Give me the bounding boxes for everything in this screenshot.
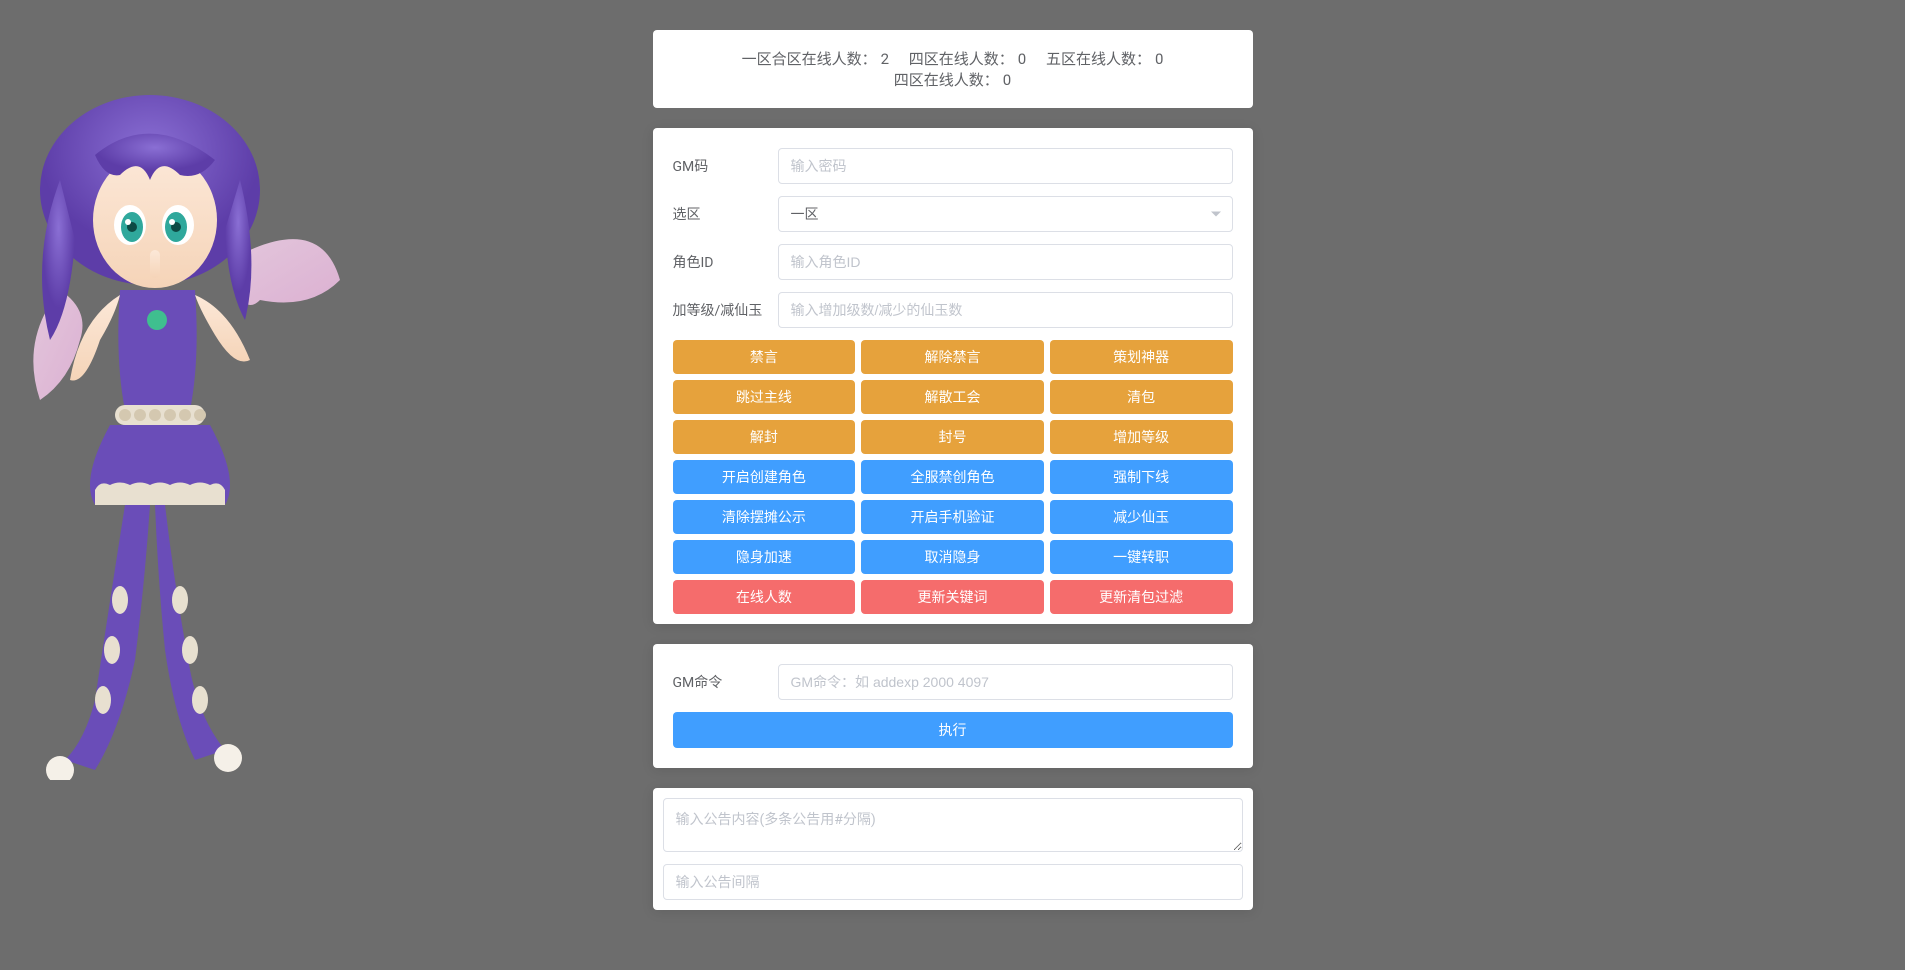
stat-label: 五区在线人数：: [1046, 50, 1151, 68]
online-count-button[interactable]: 在线人数: [673, 580, 856, 614]
stat-zone-1: 一区合区在线人数：2: [742, 48, 889, 69]
force-offline-button[interactable]: 强制下线: [1050, 460, 1233, 494]
gm-code-input[interactable]: [778, 148, 1233, 184]
zone-row: 选区: [673, 196, 1233, 232]
enable-create-role-button[interactable]: 开启创建角色: [673, 460, 856, 494]
update-clear-filter-button[interactable]: 更新清包过滤: [1050, 580, 1233, 614]
gm-command-label: GM命令: [673, 672, 778, 692]
main-form-card: GM码 选区 角色ID 加等级/减仙玉 禁言 解除禁言: [653, 128, 1253, 624]
skip-main-button[interactable]: 跳过主线: [673, 380, 856, 414]
update-keywords-button[interactable]: 更新关键词: [861, 580, 1044, 614]
gm-command-card: GM命令 执行: [653, 644, 1253, 768]
gm-code-row: GM码: [673, 148, 1233, 184]
add-level-button[interactable]: 增加等级: [1050, 420, 1233, 454]
role-id-label: 角色ID: [673, 252, 778, 272]
reduce-xianyu-button[interactable]: 减少仙玉: [1050, 500, 1233, 534]
notice-content-input[interactable]: [663, 798, 1243, 852]
level-row: 加等级/减仙玉: [673, 292, 1233, 328]
execute-button[interactable]: 执行: [673, 712, 1233, 748]
disband-guild-button[interactable]: 解散工会: [861, 380, 1044, 414]
one-click-transfer-button[interactable]: 一键转职: [1050, 540, 1233, 574]
gm-command-row: GM命令: [673, 664, 1233, 700]
gm-code-label: GM码: [673, 156, 778, 176]
stat-value: 0: [1155, 50, 1163, 68]
zone-select[interactable]: [778, 196, 1233, 232]
character-decoration: [0, 60, 380, 780]
stat-zone-4b: 四区在线人数：0: [894, 69, 1011, 90]
unban-button[interactable]: 解封: [673, 420, 856, 454]
ban-button[interactable]: 封号: [861, 420, 1044, 454]
clear-stall-notice-button[interactable]: 清除摆摊公示: [673, 500, 856, 534]
level-input[interactable]: [778, 292, 1233, 328]
level-label: 加等级/减仙玉: [673, 300, 778, 320]
stat-label: 四区在线人数：: [894, 71, 999, 89]
notice-card: [653, 788, 1253, 910]
action-button-grid: 禁言 解除禁言 策划神器 跳过主线 解散工会 清包 解封 封号 增加等级 开启创…: [673, 340, 1233, 614]
planner-artifact-button[interactable]: 策划神器: [1050, 340, 1233, 374]
stat-value: 0: [1018, 50, 1026, 68]
online-stats-header: 一区合区在线人数：2 四区在线人数：0 五区在线人数：0 四区在线人数：0: [653, 30, 1253, 108]
unmute-button[interactable]: 解除禁言: [861, 340, 1044, 374]
stat-label: 一区合区在线人数：: [742, 50, 877, 68]
enable-phone-verify-button[interactable]: 开启手机验证: [861, 500, 1044, 534]
stat-label: 四区在线人数：: [909, 50, 1014, 68]
role-id-input[interactable]: [778, 244, 1233, 280]
stealth-speed-button[interactable]: 隐身加速: [673, 540, 856, 574]
notice-interval-input[interactable]: [663, 864, 1243, 900]
zone-label: 选区: [673, 204, 778, 224]
disable-create-role-button[interactable]: 全服禁创角色: [861, 460, 1044, 494]
gm-command-input[interactable]: [778, 664, 1233, 700]
role-id-row: 角色ID: [673, 244, 1233, 280]
clear-bag-button[interactable]: 清包: [1050, 380, 1233, 414]
stat-value: 0: [1003, 71, 1011, 89]
stat-value: 2: [881, 50, 889, 68]
stat-zone-4a: 四区在线人数：0: [909, 48, 1026, 69]
mute-button[interactable]: 禁言: [673, 340, 856, 374]
cancel-stealth-button[interactable]: 取消隐身: [861, 540, 1044, 574]
stat-zone-5: 五区在线人数：0: [1046, 48, 1163, 69]
